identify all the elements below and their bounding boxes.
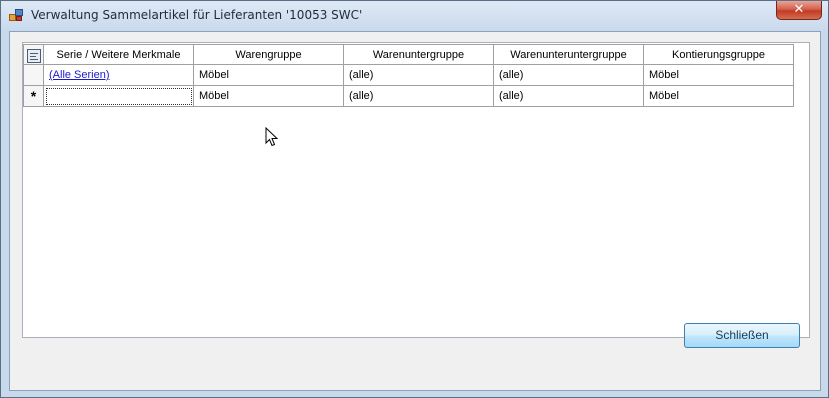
cell-warengruppe[interactable]: Möbel: [193, 64, 344, 86]
column-header-warenuntergruppe[interactable]: Warenuntergruppe: [343, 44, 494, 65]
column-chooser-icon[interactable]: [26, 48, 41, 63]
window-close-button[interactable]: ✕: [776, 1, 822, 20]
cell-kontierungsgruppe[interactable]: Möbel: [643, 85, 794, 107]
close-icon: ✕: [793, 2, 805, 17]
cell-warenunteruntergruppe[interactable]: (alle): [493, 64, 644, 86]
mouse-cursor-icon: [265, 127, 279, 147]
column-header-warengruppe[interactable]: Warengruppe: [193, 44, 344, 65]
cell-warenuntergruppe[interactable]: (alle): [343, 85, 494, 107]
column-header-kontierungsgruppe[interactable]: Kontierungsgruppe: [643, 44, 794, 65]
grid-header-row: Serie / Weitere Merkmale Warengruppe War…: [23, 44, 794, 65]
cell-serie-editing[interactable]: [43, 85, 194, 107]
new-row[interactable]: * Möbel (alle) (alle) Möbel: [23, 85, 794, 107]
title-bar[interactable]: Verwaltung Sammelartikel für Lieferanten…: [1, 1, 828, 31]
cell-warenunteruntergruppe[interactable]: (alle): [493, 85, 644, 107]
new-row-header[interactable]: *: [23, 85, 44, 107]
window-title: Verwaltung Sammelartikel für Lieferanten…: [31, 8, 363, 22]
column-header-serie[interactable]: Serie / Weitere Merkmale: [43, 44, 194, 65]
cell-warenuntergruppe[interactable]: (alle): [343, 64, 494, 86]
grid-table: Serie / Weitere Merkmale Warengruppe War…: [23, 44, 794, 107]
app-icon[interactable]: [9, 9, 23, 22]
table-row[interactable]: (Alle Serien) Möbel (alle) (alle) Möbel: [23, 64, 794, 86]
serie-link[interactable]: (Alle Serien): [49, 69, 110, 81]
cell-serie[interactable]: (Alle Serien): [43, 64, 194, 86]
row-header[interactable]: [23, 64, 44, 86]
cell-warengruppe[interactable]: Möbel: [193, 85, 344, 107]
new-row-asterisk-icon: *: [30, 87, 37, 104]
close-button[interactable]: Schließen: [684, 323, 800, 348]
dialog-window: Verwaltung Sammelartikel für Lieferanten…: [0, 0, 829, 398]
cell-kontierungsgruppe[interactable]: Möbel: [643, 64, 794, 86]
data-grid[interactable]: Serie / Weitere Merkmale Warengruppe War…: [22, 42, 810, 338]
grid-corner-cell[interactable]: [23, 44, 44, 65]
column-header-warenunteruntergruppe[interactable]: Warenunteruntergruppe: [493, 44, 644, 65]
